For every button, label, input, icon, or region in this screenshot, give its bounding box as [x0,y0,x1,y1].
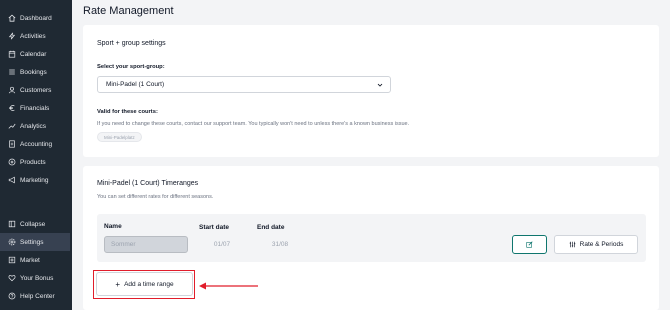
user-icon [8,86,16,94]
lightning-icon [8,32,16,40]
sidebar-item-label: Settings [20,238,44,246]
chevron-down-icon [377,83,383,87]
chart-icon [8,123,16,129]
sidebar-item-marketing[interactable]: Marketing [0,171,70,189]
collapse-icon [8,220,16,228]
sidebar-item-bookings[interactable]: Bookings [0,63,70,81]
sidebar-item-products[interactable]: Products [0,153,70,171]
sidebar-item-calendar[interactable]: Calendar [0,45,70,63]
end-date-column-label: End date [257,224,285,231]
main-content: Rate Management Sport + group settings S… [72,0,670,310]
sidebar-item-label: Collapse [20,220,46,228]
sidebar-item-label: Market [20,256,40,264]
sidebar-item-label: Accounting [20,140,53,148]
sidebar-item-label: Your Bonus [20,274,54,282]
sport-group-select[interactable]: Mini-Padel (1 Court) [97,76,391,93]
sport-group-settings-card: Sport + group settings Select your sport… [83,25,659,157]
sliders-icon [569,241,575,248]
sidebar-item-activities[interactable]: Activities [0,27,70,45]
home-icon [8,14,16,22]
start-date-column-label: Start date [199,224,229,231]
calendar-icon [8,50,16,58]
sidebar-item-label: Help Center [20,292,55,300]
timerange-row: Name Start date End date Sommer 01/07 31… [97,214,646,262]
sport-group-select-label: Select your sport-group: [97,64,165,70]
sidebar: Dashboard Activities Calendar Bookings C… [0,0,72,310]
sidebar-item-label: Bookings [20,68,47,76]
edit-timerange-button[interactable] [512,235,547,254]
sidebar-item-label: Customers [20,86,52,94]
valid-courts-help-text: If you need to change these courts, cont… [97,121,410,127]
gear-icon [8,238,16,246]
sport-group-settings-title: Sport + group settings [97,40,166,47]
list-icon [9,69,15,75]
timerange-name-field: Sommer [104,236,188,253]
end-date-field: 31/08 [257,236,303,253]
document-icon [9,140,15,148]
sidebar-item-analytics[interactable]: Analytics [0,117,70,135]
sidebar-item-label: Products [20,158,46,166]
edit-icon [526,241,533,248]
tag-icon [8,158,16,166]
highlight-box [93,270,195,299]
rate-periods-button[interactable]: Rate & Periods [554,235,638,254]
sidebar-item-label: Marketing [20,176,49,184]
sidebar-item-label: Financials [20,104,50,112]
annotation-arrow-icon [199,282,258,290]
sport-group-select-value: Mini-Padel (1 Court) [106,81,165,88]
sidebar-item-dashboard[interactable]: Dashboard [0,9,70,27]
sidebar-item-help-center[interactable]: Help Center [0,287,70,305]
sidebar-item-collapse[interactable]: Collapse [0,215,70,233]
sidebar-item-label: Dashboard [20,14,52,22]
sidebar-item-financials[interactable]: Financials [0,99,70,117]
plus-square-icon [8,256,16,264]
sidebar-item-accounting[interactable]: Accounting [0,135,70,153]
court-tag: Mini-Padelplatz [97,132,142,142]
timeranges-subtitle: You can set different rates for differen… [97,194,214,200]
name-column-label: Name [104,223,122,230]
sidebar-item-settings[interactable]: Settings [0,233,70,251]
megaphone-icon [8,176,15,184]
page-title: Rate Management [83,5,174,17]
euro-icon [9,105,15,111]
sidebar-item-label: Activities [20,32,46,40]
sidebar-item-your-bonus[interactable]: Your Bonus [0,269,70,287]
sidebar-item-market[interactable]: Market [0,251,70,269]
start-date-field: 01/07 [199,236,245,253]
valid-courts-label: Valid for these courts: [97,109,158,115]
heart-icon [8,275,16,282]
sidebar-item-label: Analytics [20,122,47,130]
sidebar-item-label: Calendar [20,50,47,58]
rate-periods-label: Rate & Periods [579,241,624,248]
timeranges-title: Mini-Padel (1 Court) Timeranges [97,180,199,187]
help-icon [8,292,16,300]
sidebar-item-customers[interactable]: Customers [0,81,70,99]
